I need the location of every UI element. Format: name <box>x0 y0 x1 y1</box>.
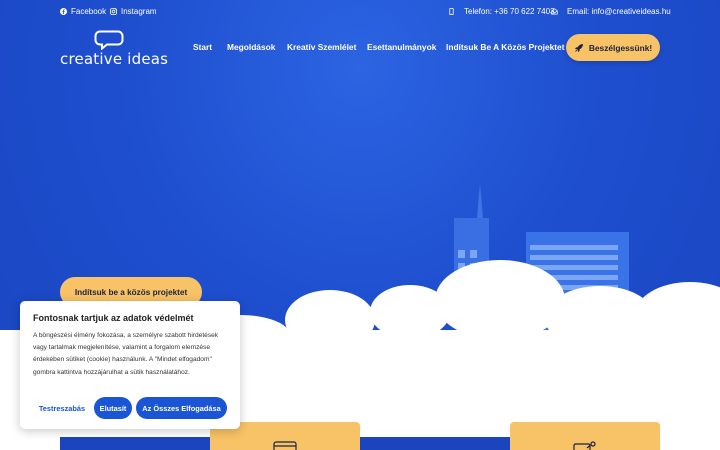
contact-cta-button[interactable]: Beszélgessünk! <box>566 34 660 61</box>
email-label: Email: info@creativeideas.hu <box>567 7 671 16</box>
top-bar: Facebook Instagram Telefon: +36 70 622 7… <box>0 0 720 24</box>
instagram-label: Instagram <box>121 7 157 16</box>
cookie-consent-banner: Fontosnak tartjuk az adatok védelmét A b… <box>20 301 240 429</box>
cookie-text: A böngészési élmény fokozása, a személyr… <box>33 332 219 376</box>
envelope-icon <box>551 8 558 15</box>
monitor-network-icon <box>573 441 596 450</box>
nav-item-kreativ-szemlelet[interactable]: Kreatív Szemlélet <box>287 42 356 52</box>
instagram-link[interactable]: Instagram <box>110 7 157 16</box>
phone-link[interactable]: Telefon: +36 70 622 7403 <box>448 7 555 16</box>
facebook-icon <box>60 8 67 15</box>
start-project-label: Indítsuk be a közös projektet <box>74 287 188 297</box>
nav-item-start[interactable]: Start <box>193 42 212 52</box>
cookie-title: Fontosnak tartjuk az adatok védelmét <box>33 313 194 323</box>
facebook-link[interactable]: Facebook <box>60 7 106 16</box>
nav-item-esettanulmanyok[interactable]: Esettanulmányok <box>367 42 436 52</box>
rocket-icon <box>574 43 583 52</box>
accept-all-button[interactable]: Az Összes Elfogadása <box>136 397 227 419</box>
browser-window-icon <box>273 441 297 450</box>
nav-item-megoldasok[interactable]: Megoldások <box>227 42 275 52</box>
phone-label: Telefon: +36 70 622 7403 <box>464 7 555 16</box>
instagram-icon <box>110 8 117 15</box>
customize-button[interactable]: Testreszabás <box>33 397 91 419</box>
nav-item-projekt[interactable]: Indítsuk Be A Közös Projektet <box>446 42 565 52</box>
email-link[interactable]: Email: info@creativeideas.hu <box>551 7 671 16</box>
mobile-phone-icon <box>449 8 454 15</box>
facebook-label: Facebook <box>71 7 107 16</box>
reject-button[interactable]: Elutasít <box>94 397 132 419</box>
contact-cta-label: Beszélgessünk! <box>588 42 653 53</box>
